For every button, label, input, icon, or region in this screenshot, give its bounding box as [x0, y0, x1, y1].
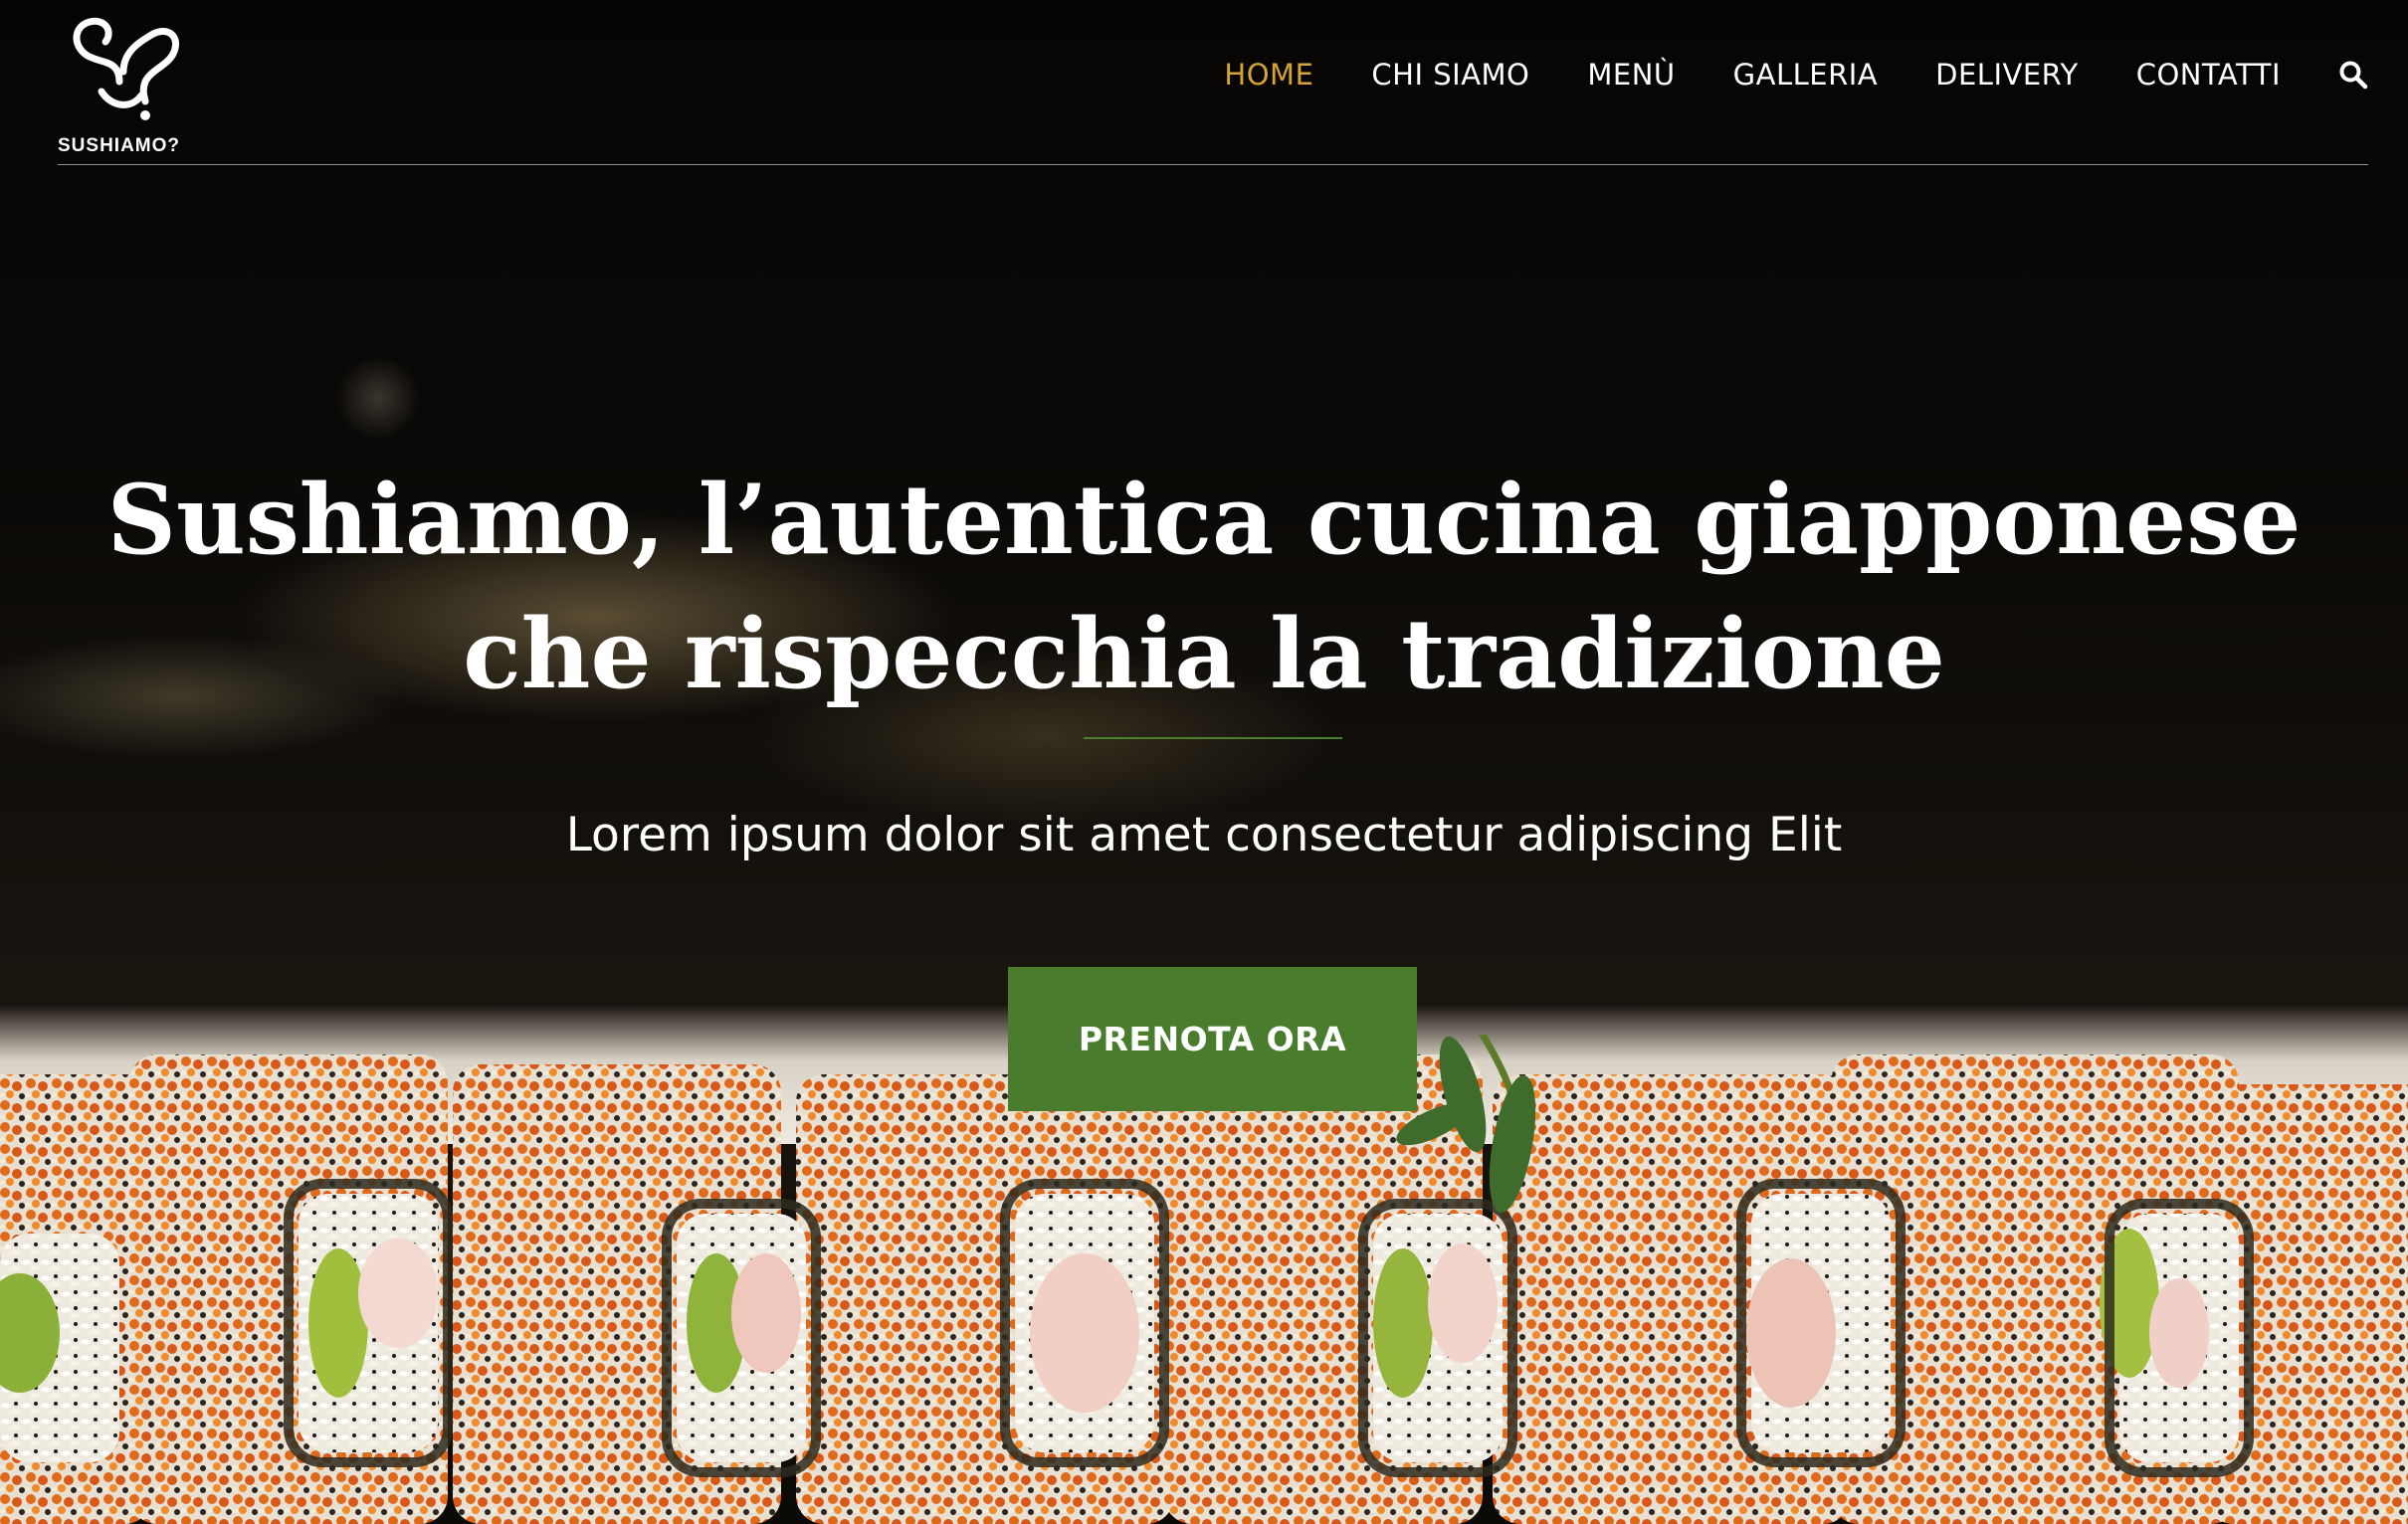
hero-section: SUSHIAMO? HOME CHI SIAMO MENÙ GALLERIA D…	[0, 0, 2408, 1524]
main-nav: HOME CHI SIAMO MENÙ GALLERIA DELIVERY CO…	[1224, 58, 2368, 92]
search-icon[interactable]	[2338, 60, 2368, 90]
nav-item-menu[interactable]: MENÙ	[1587, 58, 1675, 92]
site-header: SUSHIAMO? HOME CHI SIAMO MENÙ GALLERIA D…	[58, 0, 2368, 165]
nav-item-home[interactable]: HOME	[1224, 58, 1313, 92]
nav-item-galleria[interactable]: GALLERIA	[1733, 58, 1879, 92]
nav-item-chi-siamo[interactable]: CHI SIAMO	[1371, 58, 1529, 92]
nav-item-delivery[interactable]: DELIVERY	[1935, 58, 2079, 92]
hero-subtitle: Lorem ipsum dolor sit amet consectetur a…	[565, 808, 1843, 862]
nav-item-contatti[interactable]: CONTATTI	[2136, 58, 2281, 92]
logo-icon	[73, 17, 179, 120]
logo-text: SUSHIAMO?	[58, 135, 180, 156]
hero-title-line-1: Sushiamo, l’autentica cucina giapponese	[106, 464, 2302, 576]
logo[interactable]: SUSHIAMO?	[58, 12, 197, 156]
hero-title-line-2: che rispecchia la tradizione	[463, 598, 1945, 710]
hero-title: Sushiamo, l’autentica cucina giapponese …	[0, 453, 2408, 721]
title-divider	[1084, 737, 1342, 739]
book-now-button[interactable]: PRENOTA ORA	[1008, 967, 1417, 1111]
